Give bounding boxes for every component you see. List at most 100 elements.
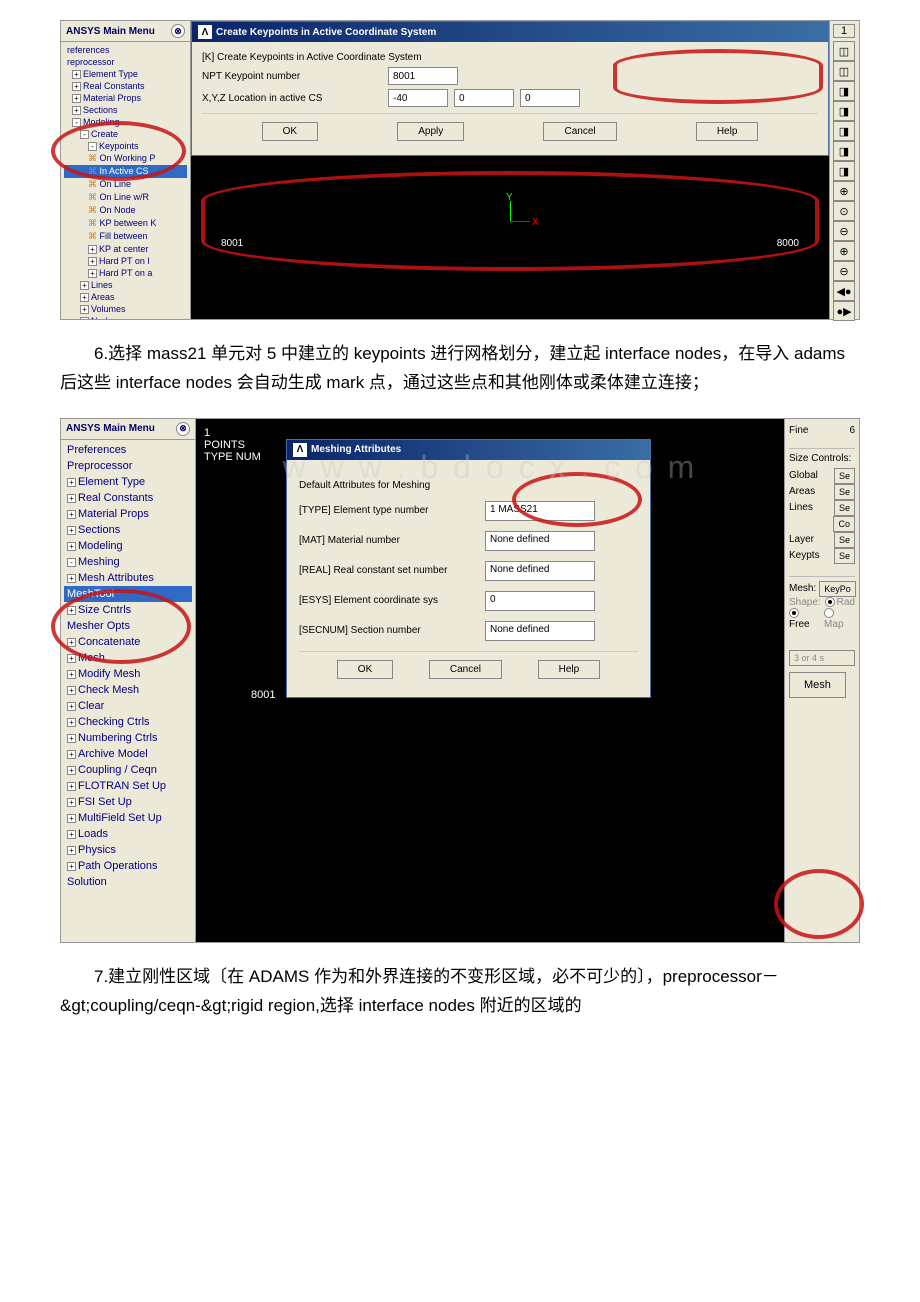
tree-item[interactable]: +Check Mesh: [64, 682, 192, 698]
expand-icon[interactable]: +: [80, 317, 89, 319]
expand-icon[interactable]: +: [67, 510, 76, 519]
tree-item[interactable]: -Meshing: [64, 554, 192, 570]
tree-item[interactable]: +FSI Set Up: [64, 794, 192, 810]
expand-icon[interactable]: -: [80, 130, 89, 139]
expand-icon[interactable]: +: [67, 686, 76, 695]
cancel-button[interactable]: Cancel: [429, 660, 502, 679]
toolbar-button[interactable]: ◀●: [833, 281, 855, 301]
tree-item[interactable]: Mesher Opts: [64, 618, 192, 634]
graphics-viewport[interactable]: Y X 8001 8000: [191, 156, 829, 319]
tree-item[interactable]: +Modeling: [64, 538, 192, 554]
expand-icon[interactable]: +: [67, 542, 76, 551]
size-control-button[interactable]: Se: [834, 484, 855, 500]
tree-item[interactable]: +Physics: [64, 842, 192, 858]
tree-item[interactable]: +Element Type: [64, 68, 187, 80]
expand-icon[interactable]: +: [88, 269, 97, 278]
tree-item[interactable]: +FLOTRAN Set Up: [64, 778, 192, 794]
help-button[interactable]: Help: [538, 660, 601, 679]
free-radio[interactable]: [789, 608, 799, 618]
expand-icon[interactable]: +: [67, 494, 76, 503]
z-input[interactable]: [520, 89, 580, 107]
toolbar-button[interactable]: ⊕: [833, 241, 855, 261]
tree-item[interactable]: +Path Operations: [64, 858, 192, 874]
tree-item[interactable]: +Mesh: [64, 650, 192, 666]
tree-item[interactable]: MeshTool: [64, 586, 192, 602]
expand-icon[interactable]: +: [67, 526, 76, 535]
tree-item[interactable]: reprocessor: [64, 56, 187, 68]
tree-item[interactable]: +Coupling / Ceqn: [64, 762, 192, 778]
tree-item[interactable]: Preferences: [64, 442, 192, 458]
expand-icon[interactable]: +: [67, 734, 76, 743]
expand-icon[interactable]: +: [67, 766, 76, 775]
toolbar-button[interactable]: ⊕: [833, 181, 855, 201]
mesh-button[interactable]: Mesh: [789, 672, 846, 698]
tree-item[interactable]: ⌘ On Line: [64, 178, 187, 191]
expand-icon[interactable]: +: [67, 670, 76, 679]
tree-item[interactable]: references: [64, 44, 187, 56]
expand-icon[interactable]: +: [80, 305, 89, 314]
tree-item[interactable]: +Lines: [64, 279, 187, 291]
expand-icon[interactable]: +: [88, 245, 97, 254]
tree-item[interactable]: -Create: [64, 128, 187, 140]
expand-icon[interactable]: +: [72, 70, 81, 79]
keypoint-number-input[interactable]: [388, 67, 458, 85]
expand-icon[interactable]: -: [72, 118, 81, 127]
expand-icon[interactable]: +: [67, 814, 76, 823]
tree-item[interactable]: +KP at center: [64, 243, 187, 255]
tree-item[interactable]: ⌘ In Active CS: [64, 165, 187, 178]
tree-item[interactable]: +Material Props: [64, 506, 192, 522]
form-select[interactable]: None defined: [485, 531, 595, 551]
size-control-button[interactable]: Se: [834, 500, 855, 516]
toolbar-button[interactable]: ●▶: [833, 301, 855, 321]
tree-item[interactable]: ⌘ Fill between: [64, 230, 187, 243]
tree-item[interactable]: +Size Cntrls: [64, 602, 192, 618]
tree-item[interactable]: Solution: [64, 874, 192, 890]
size-control-button[interactable]: Se: [834, 532, 855, 548]
ok-button[interactable]: OK: [337, 660, 393, 679]
toolbar-dropdown[interactable]: 1: [833, 24, 855, 38]
expand-icon[interactable]: +: [72, 94, 81, 103]
size-control-button[interactable]: Se: [834, 548, 855, 564]
tree-item[interactable]: +Element Type: [64, 474, 192, 490]
map-radio[interactable]: [824, 608, 834, 618]
tree-item[interactable]: +Volumes: [64, 303, 187, 315]
tree-item[interactable]: +Mesh Attributes: [64, 570, 192, 586]
y-input[interactable]: [454, 89, 514, 107]
apply-button[interactable]: Apply: [397, 122, 464, 141]
expand-icon[interactable]: +: [67, 862, 76, 871]
sidebar-collapse-button[interactable]: ⊗: [176, 422, 190, 436]
tree-item[interactable]: +Hard PT on l: [64, 255, 187, 267]
expand-icon[interactable]: +: [67, 478, 76, 487]
x-input[interactable]: [388, 89, 448, 107]
mesh-type-select[interactable]: KeyPo: [819, 581, 856, 597]
toolbar-button[interactable]: ⊖: [833, 261, 855, 281]
tree-item[interactable]: ⌘ On Working P: [64, 152, 187, 165]
expand-icon[interactable]: +: [67, 606, 76, 615]
tree-item[interactable]: +Checking Ctrls: [64, 714, 192, 730]
tree-item[interactable]: +Numbering Ctrls: [64, 730, 192, 746]
tree-item[interactable]: ⌘ KP between K: [64, 217, 187, 230]
tree-item[interactable]: ⌘ On Node: [64, 204, 187, 217]
tree-item[interactable]: +Modify Mesh: [64, 666, 192, 682]
expand-icon[interactable]: +: [67, 574, 76, 583]
toolbar-button[interactable]: ◫: [833, 61, 855, 81]
expand-icon[interactable]: +: [88, 257, 97, 266]
tree-item[interactable]: +Sections: [64, 104, 187, 116]
expand-icon[interactable]: +: [67, 798, 76, 807]
tree-item[interactable]: +Sections: [64, 522, 192, 538]
expand-icon[interactable]: +: [67, 654, 76, 663]
toolbar-button[interactable]: ◫: [833, 41, 855, 61]
toolbar-button[interactable]: ◨: [833, 121, 855, 141]
help-button[interactable]: Help: [696, 122, 759, 141]
expand-icon[interactable]: -: [88, 142, 97, 151]
expand-icon[interactable]: -: [67, 558, 76, 567]
smart-size-select[interactable]: 3 or 4 s: [789, 650, 855, 666]
expand-icon[interactable]: +: [67, 638, 76, 647]
form-select[interactable]: 1 MASS21: [485, 501, 595, 521]
expand-icon[interactable]: +: [67, 782, 76, 791]
tree-item[interactable]: +Material Props: [64, 92, 187, 104]
expand-icon[interactable]: +: [67, 702, 76, 711]
toolbar-button[interactable]: ◨: [833, 101, 855, 121]
tree-item[interactable]: +Concatenate: [64, 634, 192, 650]
tree-item[interactable]: +MultiField Set Up: [64, 810, 192, 826]
